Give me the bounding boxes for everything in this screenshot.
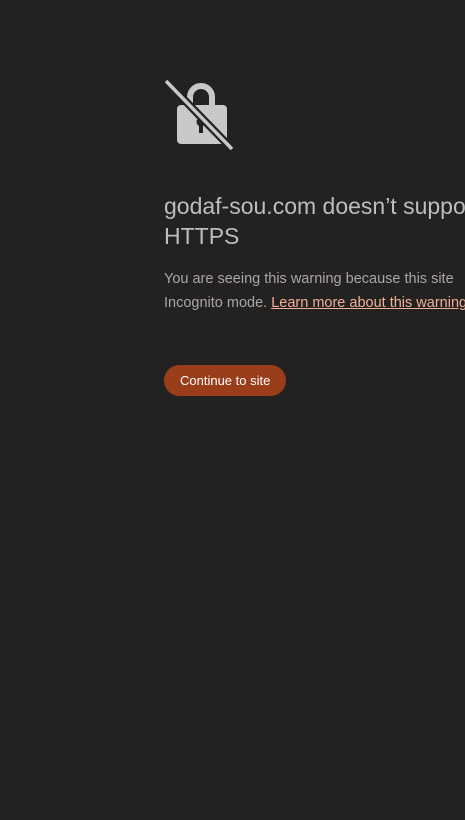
page-heading: godaf-sou.com doesn’t support HTTPS [164,191,465,251]
https-warning-interstitial: godaf-sou.com doesn’t support HTTPS You … [164,78,465,820]
description-line-2: Incognito mode. Learn more about this wa… [164,291,465,315]
warning-description: You are seeing this warning because this… [164,267,465,315]
heading-line-1: godaf-sou.com doesn’t support [164,193,465,219]
heading-line-2: HTTPS [164,223,240,249]
continue-to-site-button[interactable]: Continue to site [164,365,287,396]
insecure-lock-icon [164,78,236,152]
description-line-1: You are seeing this warning because this… [164,271,454,287]
description-incognito-text: Incognito mode. [164,295,268,311]
learn-more-link[interactable]: Learn more about this warning [271,295,465,311]
